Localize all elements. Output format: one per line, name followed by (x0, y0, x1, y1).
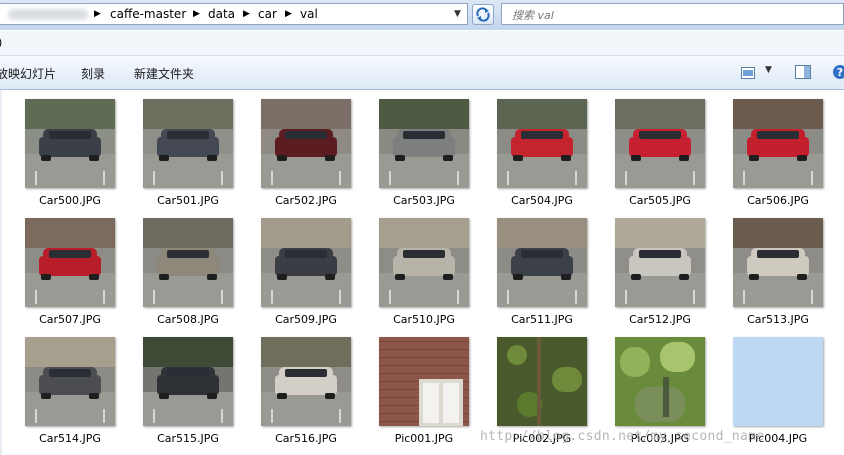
file-thumbnail[interactable] (143, 218, 233, 307)
image-preview (261, 218, 351, 307)
breadcrumb-arrow-icon[interactable]: ▶ (94, 9, 101, 19)
view-options-icon[interactable] (741, 64, 755, 83)
toolbar: 放映幻灯片 刻录 新建文件夹 ▼ ? (0, 56, 844, 90)
file-thumbnail[interactable] (615, 99, 705, 188)
image-preview (143, 337, 233, 426)
navigation-pane-edge (0, 90, 2, 455)
file-name: Car512.JPG (629, 313, 691, 326)
file-thumbnail[interactable] (25, 218, 115, 307)
image-preview (25, 337, 115, 426)
file-thumbnail[interactable] (261, 99, 351, 188)
file-thumbnail[interactable] (733, 99, 823, 188)
image-preview (733, 99, 823, 188)
image-preview (733, 218, 823, 307)
image-preview (143, 218, 233, 307)
breadcrumb-arrow-icon[interactable]: ▶ (285, 9, 292, 19)
file-thumbnail[interactable] (143, 99, 233, 188)
file-thumbnail[interactable] (261, 218, 351, 307)
file-name: Car510.JPG (393, 313, 455, 326)
image-preview (379, 218, 469, 307)
breadcrumb-car[interactable]: car (258, 7, 277, 21)
file-thumbnail[interactable] (497, 218, 587, 307)
file-thumbnail[interactable] (25, 337, 115, 426)
file-name: Car504.JPG (511, 194, 573, 207)
file-name: Car514.JPG (39, 432, 101, 445)
file-name: Car506.JPG (747, 194, 809, 207)
file-name: Car501.JPG (157, 194, 219, 207)
file-name: Car500.JPG (39, 194, 101, 207)
preview-pane-icon[interactable] (795, 64, 811, 83)
file-name: Car507.JPG (39, 313, 101, 326)
menu-bar: ) (0, 31, 844, 56)
file-name: Pic001.JPG (394, 432, 454, 445)
file-thumbnail[interactable] (497, 99, 587, 188)
file-name: Car513.JPG (747, 313, 809, 326)
search-input[interactable] (510, 6, 814, 24)
file-name: Car509.JPG (275, 313, 337, 326)
svg-text:?: ? (837, 66, 843, 79)
search-box[interactable] (501, 3, 844, 25)
image-preview (615, 337, 705, 426)
file-thumbnail[interactable] (379, 337, 469, 426)
file-thumbnail[interactable] (733, 218, 823, 307)
file-thumbnail[interactable] (25, 99, 115, 188)
image-preview (497, 337, 587, 426)
image-preview (615, 218, 705, 307)
refresh-icon (476, 7, 490, 22)
image-preview (497, 99, 587, 188)
help-icon[interactable]: ? (832, 64, 844, 84)
slideshow-button[interactable]: 放映幻灯片 (0, 65, 56, 82)
breadcrumb-data[interactable]: data (208, 7, 235, 21)
file-name: Car502.JPG (275, 194, 337, 207)
image-preview (615, 99, 705, 188)
file-name: Car516.JPG (275, 432, 337, 445)
image-preview (25, 99, 115, 188)
image-preview (261, 337, 351, 426)
image-preview (497, 218, 587, 307)
image-preview (379, 337, 469, 426)
image-preview (143, 99, 233, 188)
image-preview (25, 218, 115, 307)
burn-button[interactable]: 刻录 (81, 65, 105, 82)
file-thumbnail[interactable] (733, 337, 823, 426)
menu-item-partial[interactable]: ) (0, 36, 2, 49)
image-preview (733, 337, 823, 426)
address-dropdown-icon[interactable]: ▼ (454, 9, 461, 19)
file-thumbnail[interactable] (615, 218, 705, 307)
image-preview (261, 99, 351, 188)
file-thumbnail[interactable] (379, 218, 469, 307)
file-list: Car500.JPG Car501.JPG Car502.JPG Car503.JPG… (0, 90, 844, 455)
view-dropdown-icon[interactable]: ▼ (765, 65, 772, 75)
file-name: Car505.JPG (629, 194, 691, 207)
file-thumbnail[interactable] (379, 99, 469, 188)
file-thumbnail[interactable] (261, 337, 351, 426)
breadcrumb-arrow-icon[interactable]: ▶ (193, 9, 200, 19)
file-name: Car511.JPG (511, 313, 573, 326)
blurred-path-segment (8, 9, 88, 20)
file-thumbnail[interactable] (497, 337, 587, 426)
address-row: ▶ caffe-master ▶ data ▶ car ▶ val ▼ (0, 0, 844, 30)
image-preview (379, 99, 469, 188)
file-name: Car508.JPG (157, 313, 219, 326)
breadcrumb-arrow-icon[interactable]: ▶ (243, 9, 250, 19)
watermark: http://blog.csdn.net/my_second_name (480, 429, 765, 444)
address-bar[interactable]: ▶ caffe-master ▶ data ▶ car ▶ val ▼ (0, 3, 468, 25)
new-folder-button[interactable]: 新建文件夹 (134, 65, 194, 82)
file-thumbnail[interactable] (143, 337, 233, 426)
breadcrumb-val[interactable]: val (300, 7, 318, 21)
breadcrumb-caffe-master[interactable]: caffe-master (110, 7, 186, 21)
refresh-button[interactable] (472, 4, 494, 25)
file-name: Car515.JPG (157, 432, 219, 445)
file-name: Car503.JPG (393, 194, 455, 207)
file-thumbnail[interactable] (615, 337, 705, 426)
